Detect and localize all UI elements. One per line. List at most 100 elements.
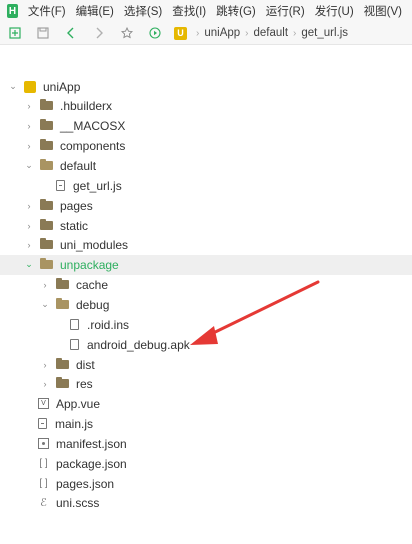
chevron-right-icon[interactable]: › — [24, 240, 34, 250]
chevron-right-icon[interactable]: › — [40, 360, 50, 370]
forward-icon[interactable] — [92, 26, 106, 40]
chevron-right-icon[interactable]: › — [24, 101, 34, 111]
chevron-down-icon[interactable]: ⌄ — [24, 259, 34, 270]
tree-item-label: main.js — [55, 416, 94, 431]
tree-item-label: uni_modules — [60, 237, 129, 252]
tree-item-android-debug-apk[interactable]: android_debug.apk — [70, 335, 190, 355]
tree-item-label: dist — [76, 357, 95, 372]
chevron-right-icon: › — [196, 27, 200, 39]
tree-item-pages-json[interactable]: [ ] pages.json — [38, 474, 114, 494]
file-icon — [70, 339, 79, 351]
chevron-right-icon[interactable]: › — [40, 280, 50, 290]
chevron-down-icon[interactable]: ⌄ — [8, 81, 18, 92]
tree-item-get-url-js[interactable]: get_url.js — [56, 176, 122, 196]
folder-open-icon — [40, 159, 53, 171]
tree-item-unpackage-selected[interactable]: ⌄ unpackage — [0, 255, 412, 275]
back-icon[interactable] — [64, 26, 78, 40]
tree-item-uni-modules[interactable]: › uni_modules — [24, 235, 129, 255]
tree-item-label: res — [76, 376, 93, 391]
annotation-arrow-head — [190, 326, 218, 345]
menu-run[interactable]: 运行(R) — [266, 3, 305, 19]
js-file-icon — [38, 418, 47, 430]
folder-icon — [56, 377, 69, 389]
scss-file-icon: ℰ — [40, 497, 47, 510]
chevron-down-icon[interactable]: ⌄ — [24, 160, 34, 171]
save-icon[interactable] — [36, 26, 50, 40]
tree-item-label: pages — [60, 198, 93, 213]
json-file-icon: [ ] — [39, 458, 48, 470]
menu-find[interactable]: 查找(I) — [172, 3, 206, 19]
folder-icon — [40, 199, 53, 211]
tree-item-label: uni.scss — [56, 495, 100, 510]
breadcrumb-folder[interactable]: default — [254, 27, 289, 39]
menu-goto[interactable]: 跳转(G) — [216, 3, 256, 19]
menu-bar: H 文件(F) 编辑(E) 选择(S) 查找(I) 跳转(G) 运行(R) 发行… — [0, 0, 412, 22]
folder-icon — [40, 99, 53, 111]
menu-select[interactable]: 选择(S) — [124, 3, 162, 19]
tree-item-debug[interactable]: ⌄ debug — [40, 295, 109, 315]
new-file-icon[interactable] — [8, 26, 22, 40]
folder-icon — [40, 139, 53, 151]
tree-item-pages[interactable]: › pages — [24, 196, 93, 216]
json-file-icon: [ ] — [39, 478, 48, 490]
tree-item-uni-scss[interactable]: ℰ uni.scss — [38, 493, 99, 513]
hbuilder-logo-icon: H — [7, 4, 18, 18]
folder-icon — [40, 238, 53, 250]
tree-item-app-vue[interactable]: V App.vue — [38, 394, 100, 414]
tree-item-label: components — [60, 138, 126, 153]
tree-item-dist[interactable]: › dist — [40, 355, 95, 375]
tree-item-label: .hbuilderx — [60, 98, 113, 113]
chevron-right-icon[interactable]: › — [24, 201, 34, 211]
tree-item-hbuilderx[interactable]: › .hbuilderx — [24, 96, 113, 116]
tree-item-main-js[interactable]: main.js — [38, 414, 93, 434]
tree-item-label: package.json — [56, 456, 127, 471]
tree-item-label: unpackage — [60, 257, 119, 272]
tree-item-label: __MACOSX — [60, 118, 126, 133]
tree-item-package-json[interactable]: [ ] package.json — [38, 454, 127, 474]
tree-item-label: static — [60, 218, 89, 233]
tree-item-res[interactable]: › res — [40, 374, 93, 394]
folder-icon — [56, 358, 69, 370]
tree-item-label: cache — [76, 277, 109, 292]
star-icon[interactable] — [120, 26, 134, 40]
chevron-right-icon[interactable]: › — [24, 141, 34, 151]
toolbar: U › uniApp › default › get_url.js — [0, 22, 412, 45]
tree-item-label: pages.json — [56, 476, 115, 491]
tree-item-static[interactable]: › static — [24, 216, 89, 236]
chevron-right-icon[interactable]: › — [24, 221, 34, 231]
tree-item-roid-ins[interactable]: .roid.ins — [70, 315, 129, 335]
folder-open-icon — [56, 298, 69, 310]
tree-item-cache[interactable]: › cache — [40, 275, 109, 295]
breadcrumb: U › uniApp › default › get_url.js — [174, 26, 348, 40]
tree-item-label: android_debug.apk — [87, 337, 190, 352]
folder-open-icon — [40, 258, 53, 270]
tree-item-label: App.vue — [56, 396, 101, 411]
folder-icon — [40, 119, 53, 131]
project-icon — [24, 80, 36, 93]
menu-view[interactable]: 视图(V) — [364, 3, 402, 19]
menu-publish[interactable]: 发行(U) — [315, 3, 354, 19]
chevron-right-icon[interactable]: › — [40, 379, 50, 389]
manifest-file-icon — [38, 438, 49, 450]
menu-edit[interactable]: 编辑(E) — [76, 3, 114, 19]
annotation-arrow-shaft — [203, 280, 320, 339]
tree-root[interactable]: ⌄ uniApp — [8, 77, 80, 97]
chevron-down-icon[interactable]: ⌄ — [40, 299, 50, 310]
breadcrumb-project[interactable]: uniApp — [204, 27, 240, 39]
chevron-right-icon[interactable]: › — [24, 121, 34, 131]
tree-item-default[interactable]: ⌄ default — [24, 156, 96, 176]
chevron-right-icon: › — [293, 27, 297, 39]
menu-file[interactable]: 文件(F) — [28, 3, 66, 19]
folder-icon — [56, 278, 69, 290]
tree-item-macosx[interactable]: › __MACOSX — [24, 116, 126, 136]
tree-root-label: uniApp — [43, 79, 81, 94]
vue-file-icon: V — [38, 398, 49, 410]
tree-item-manifest-json[interactable]: manifest.json — [38, 434, 127, 454]
tree-item-label: .roid.ins — [87, 317, 130, 332]
run-icon[interactable] — [148, 26, 162, 40]
tree-item-label: manifest.json — [56, 436, 127, 451]
breadcrumb-file[interactable]: get_url.js — [301, 27, 348, 39]
tree-item-label: debug — [76, 297, 110, 312]
tree-item-components[interactable]: › components — [24, 136, 126, 156]
tree-item-label: get_url.js — [73, 178, 122, 193]
